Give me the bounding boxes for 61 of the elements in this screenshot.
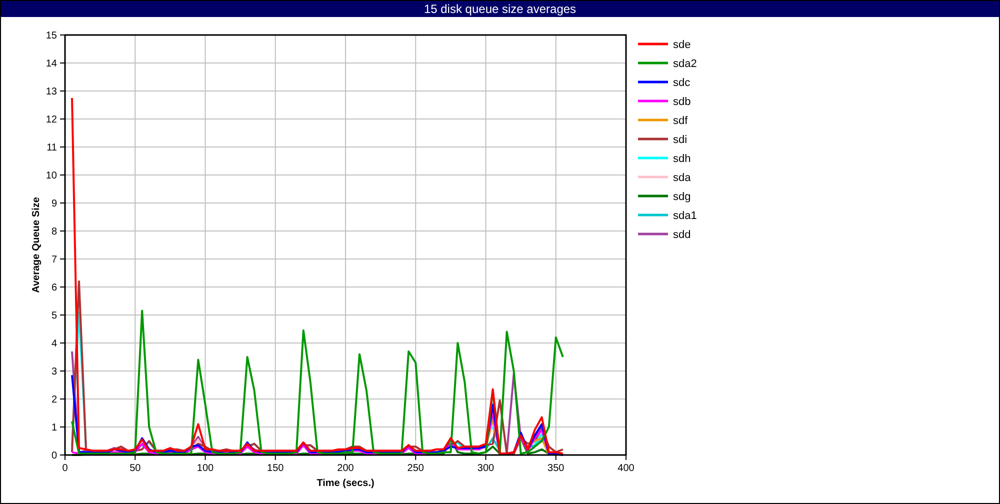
tick-label: 6 xyxy=(51,282,57,294)
tick-label: 8 xyxy=(51,226,57,238)
legend-label: sdc xyxy=(673,77,690,89)
tick-label: 100 xyxy=(196,463,214,474)
tick-label: 150 xyxy=(267,463,284,474)
tick-mark xyxy=(60,230,66,232)
legend-label: sda2 xyxy=(673,58,697,70)
tick-mark xyxy=(204,454,206,460)
tick-mark xyxy=(60,370,66,372)
tick-mark xyxy=(274,454,276,460)
tick-mark xyxy=(60,398,66,400)
tick-label: 50 xyxy=(130,463,141,474)
legend-label: sdb xyxy=(673,96,691,108)
tick-mark xyxy=(134,454,136,460)
tick-mark xyxy=(60,342,66,344)
tick-mark xyxy=(485,454,486,460)
tick-mark xyxy=(415,454,416,460)
axis-title: Time (secs.) xyxy=(316,478,374,489)
tick-mark xyxy=(60,118,66,120)
legend-label: sda xyxy=(673,172,691,184)
tick-mark xyxy=(60,174,66,176)
tick-label: 300 xyxy=(477,463,494,474)
tick-label: 14 xyxy=(46,58,57,70)
legend-label: sda1 xyxy=(673,210,697,222)
tick-label: 0 xyxy=(62,463,68,474)
tick-label: 0 xyxy=(51,450,57,462)
tick-mark xyxy=(60,426,66,428)
legend-label: sde xyxy=(673,39,691,51)
tick-label: 2 xyxy=(51,394,57,406)
tick-mark xyxy=(60,258,66,260)
legend-label: sdh xyxy=(673,153,691,165)
tick-label: 1 xyxy=(51,422,57,434)
tick-label: 7 xyxy=(51,254,57,266)
legend-label: sdd xyxy=(673,229,691,241)
chart-title: 15 disk queue size averages xyxy=(1,1,999,17)
tick-mark xyxy=(60,90,66,92)
tick-label: 13 xyxy=(46,86,57,98)
tick-label: 400 xyxy=(618,463,634,474)
tick-mark xyxy=(345,454,346,460)
tick-mark xyxy=(60,34,66,36)
legend-label: sdg xyxy=(673,191,691,203)
tick-label: 11 xyxy=(46,142,57,154)
tick-mark xyxy=(555,454,556,460)
tick-label: 5 xyxy=(51,310,57,322)
tick-mark xyxy=(60,314,66,316)
tick-mark xyxy=(60,286,66,288)
tick-label: 200 xyxy=(337,463,354,474)
tick-mark xyxy=(60,62,66,64)
tick-mark xyxy=(60,202,66,204)
legend-label: sdi xyxy=(673,134,688,146)
tick-mark xyxy=(60,146,66,148)
tick-label: 4 xyxy=(51,338,57,350)
tick-label: 250 xyxy=(407,463,424,474)
tick-label: 350 xyxy=(548,463,564,474)
tick-label: 3 xyxy=(51,366,57,378)
legend-label: sdf xyxy=(673,115,688,127)
tick-label: 9 xyxy=(51,198,57,210)
tick-label: 12 xyxy=(46,114,57,126)
axis-title: Average Queue Size xyxy=(31,197,42,293)
tick-label: 10 xyxy=(46,170,57,182)
tick-label: 15 xyxy=(46,30,57,42)
